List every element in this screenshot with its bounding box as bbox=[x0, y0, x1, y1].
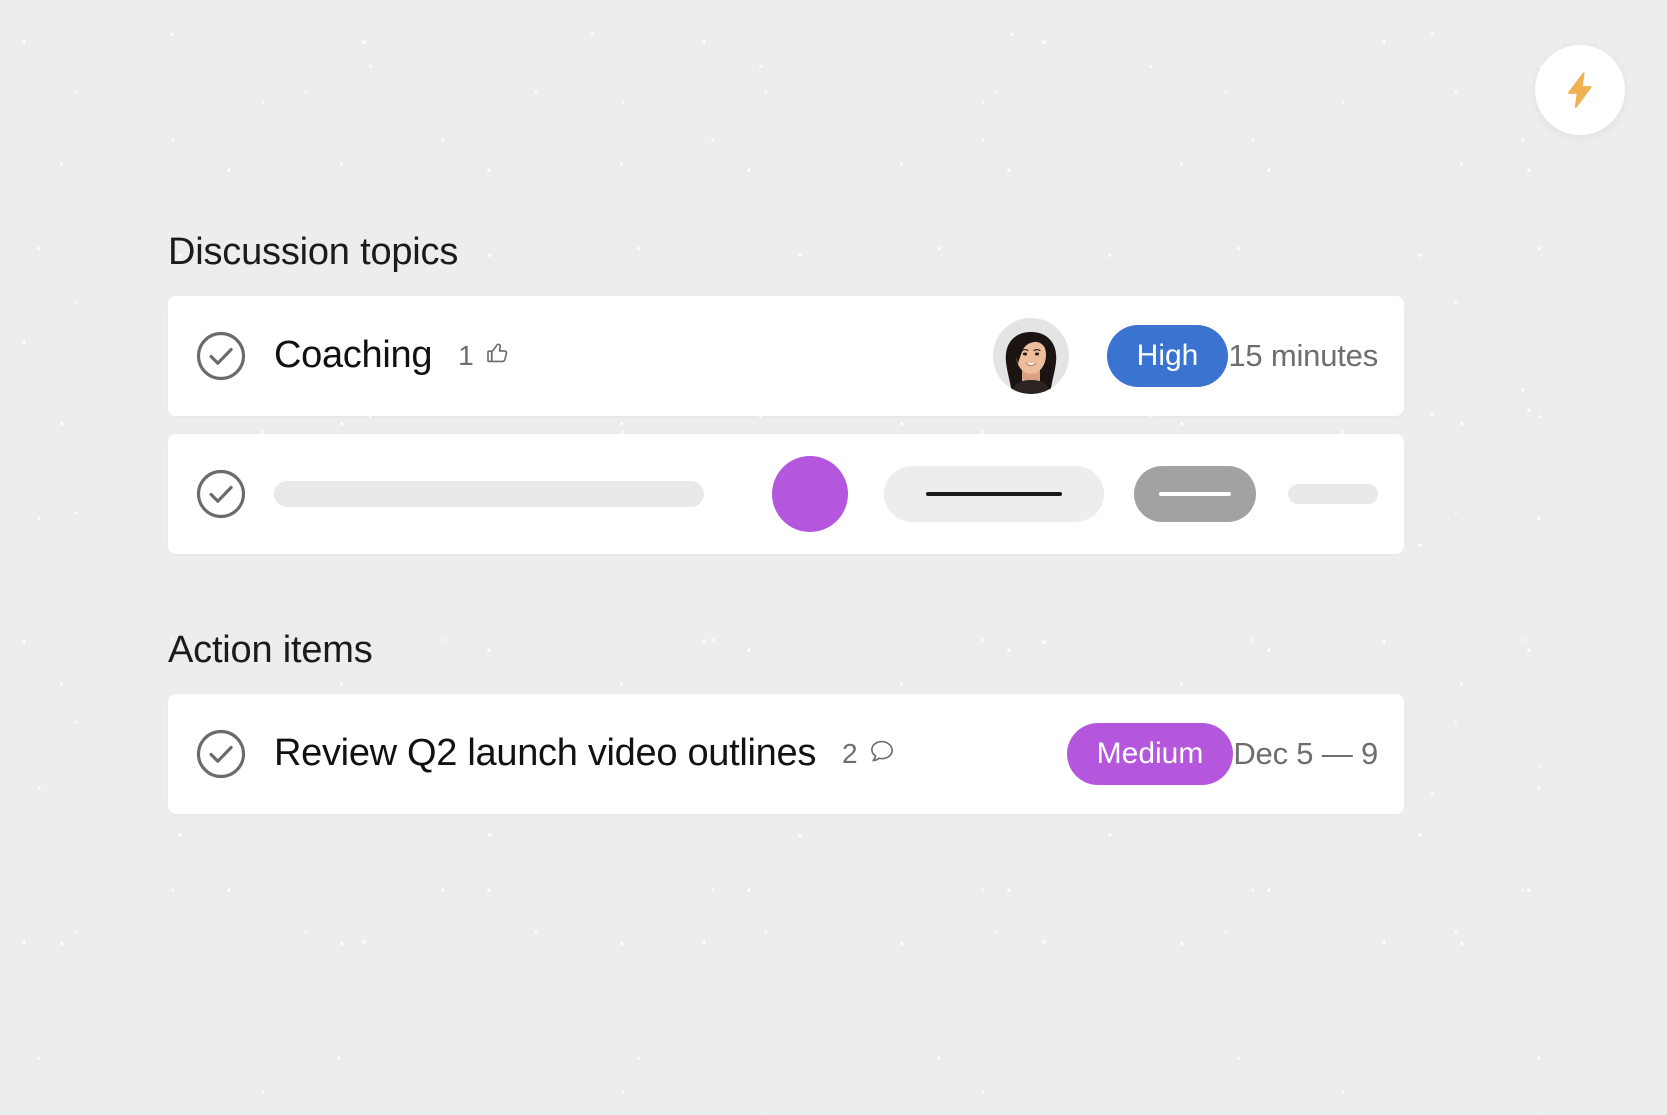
section-title-action-items: Action items bbox=[168, 628, 373, 671]
check-circle-icon[interactable] bbox=[194, 329, 248, 383]
placeholder-pill-line bbox=[926, 491, 1062, 496]
check-circle-icon[interactable] bbox=[194, 467, 248, 521]
placeholder-pill-light[interactable] bbox=[884, 465, 1104, 522]
duration-text: 15 minutes bbox=[1228, 337, 1378, 373]
discussion-topic-placeholder-row[interactable] bbox=[168, 433, 1404, 554]
reaction-count: 1 bbox=[458, 339, 474, 371]
comment-count: 2 bbox=[842, 737, 858, 769]
comment-group[interactable]: 2 bbox=[842, 736, 897, 771]
page-title: Discussion topics bbox=[168, 231, 459, 273]
date-range-text: Dec 5 — 9 bbox=[1233, 735, 1378, 771]
topic-title: Coaching bbox=[274, 334, 433, 377]
action-item-title: Review Q2 launch video outlines bbox=[274, 732, 817, 775]
avatar[interactable] bbox=[992, 317, 1069, 394]
lightning-bolt-icon bbox=[1559, 69, 1601, 111]
priority-badge[interactable]: Medium bbox=[1066, 722, 1234, 785]
placeholder-meta-bar bbox=[1288, 483, 1378, 504]
check-circle-icon[interactable] bbox=[194, 727, 248, 781]
placeholder-avatar[interactable] bbox=[772, 455, 848, 532]
action-item-row[interactable]: Review Q2 launch video outlines 2 Medium… bbox=[168, 693, 1404, 814]
placeholder-pill-line bbox=[1159, 491, 1231, 496]
reaction-group[interactable]: 1 bbox=[458, 338, 513, 373]
priority-badge[interactable]: High bbox=[1106, 324, 1229, 387]
placeholder-title-bar bbox=[274, 480, 704, 507]
comment-bubble-icon[interactable] bbox=[867, 736, 897, 771]
thumbs-up-icon[interactable] bbox=[483, 338, 513, 373]
lightning-action-button[interactable] bbox=[1535, 45, 1625, 135]
placeholder-pill-dark[interactable] bbox=[1134, 465, 1256, 522]
discussion-topic-row[interactable]: Coaching 1 High 15 minutes bbox=[168, 295, 1404, 416]
content-column: Discussion topics Coaching 1 High 15 min… bbox=[168, 231, 1404, 814]
